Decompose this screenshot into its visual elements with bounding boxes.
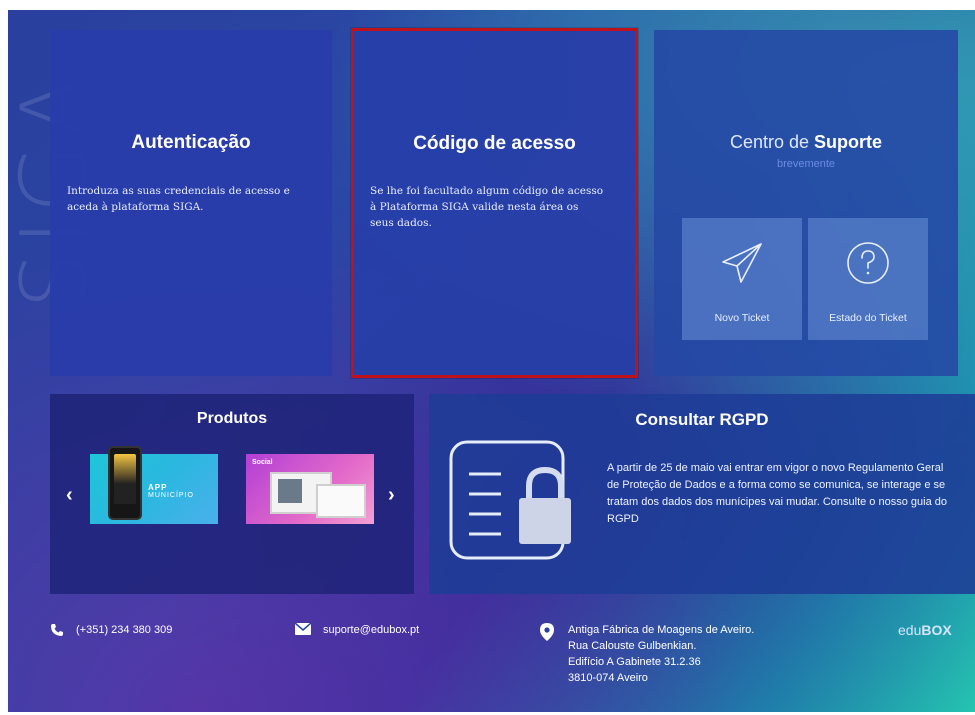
auth-description: Introduza as suas credenciais de acesso … [67,185,290,213]
phone-mockup [108,446,142,520]
support-title: Centro de Suporte [654,132,958,153]
edubox-logo: eduBOX [898,622,952,638]
page-background: SIGA Autenticação Introduza as suas cred… [8,10,975,712]
ticket-status-label: Estado do Ticket [829,312,907,324]
products-title: Produtos [196,410,268,427]
footer-email[interactable]: suporte@edubox.pt [295,622,419,638]
new-ticket-button[interactable]: Novo Ticket [682,218,802,340]
products-card: Produtos ‹ APP MUNICÍPIO Social › [50,394,414,594]
access-code-description: Se lhe foi facultado algum código de ace… [370,185,604,229]
address-line: Rua Calouste Gulbenkian. [568,640,697,652]
product-social-label: Social [252,459,273,466]
logo-prefix: edu [898,622,922,638]
support-card: Centro de Suporte brevemente Novo Ticket… [654,30,958,376]
product-app-name: APP [148,483,168,492]
auth-card[interactable]: Autenticação Introduza as suas credencia… [50,30,332,376]
question-circle-icon [847,242,889,284]
address-line: 3810-074 Aveiro [568,672,648,684]
envelope-icon [295,623,311,635]
address-line: Antiga Fábrica de Moagens de Aveiro. [568,624,755,636]
paper-plane-icon [722,243,762,283]
support-title-prefix: Centro de [729,132,815,152]
auth-title: Autenticação [131,132,251,153]
rgpd-card[interactable]: Consultar RGPD A partir de 25 de maio va… [429,394,975,594]
rgpd-description: A partir de 25 de maio vai entrar em vig… [607,462,947,525]
support-title-bold: Suporte [814,132,883,152]
address-line: Edifício A Gabinete 31.2.36 [568,656,701,668]
product-app-label: APP MUNICÍPIO [148,484,194,500]
product-app-subtitle: MUNICÍPIO [148,492,194,499]
location-pin-icon [540,623,554,641]
product-app-municipio[interactable]: APP MUNICÍPIO [90,446,218,524]
chevron-right-icon[interactable]: › [388,484,395,507]
footer-email-text: suporte@edubox.pt [323,624,420,636]
id-card-lock-icon [449,440,571,560]
access-code-title: Código de acesso [413,133,576,154]
rgpd-title: Consultar RGPD [635,410,769,429]
logo-bold: BOX [921,622,952,638]
laptop-mockup [316,484,366,518]
support-subtitle: brevemente [776,158,836,170]
footer-address-lines: Antiga Fábrica de Moagens de Aveiro. Rua… [568,622,808,686]
product-social[interactable]: Social [246,454,374,524]
access-code-card[interactable]: Código de acesso Se lhe foi facultado al… [351,28,638,378]
ticket-status-button[interactable]: Estado do Ticket [808,218,928,340]
footer-phone-text: (+351) 234 380 309 [76,624,173,636]
chevron-left-icon[interactable]: ‹ [66,484,73,507]
footer-phone[interactable]: (+351) 234 380 309 [50,622,172,638]
phone-icon [51,624,63,636]
new-ticket-label: Novo Ticket [714,312,770,324]
